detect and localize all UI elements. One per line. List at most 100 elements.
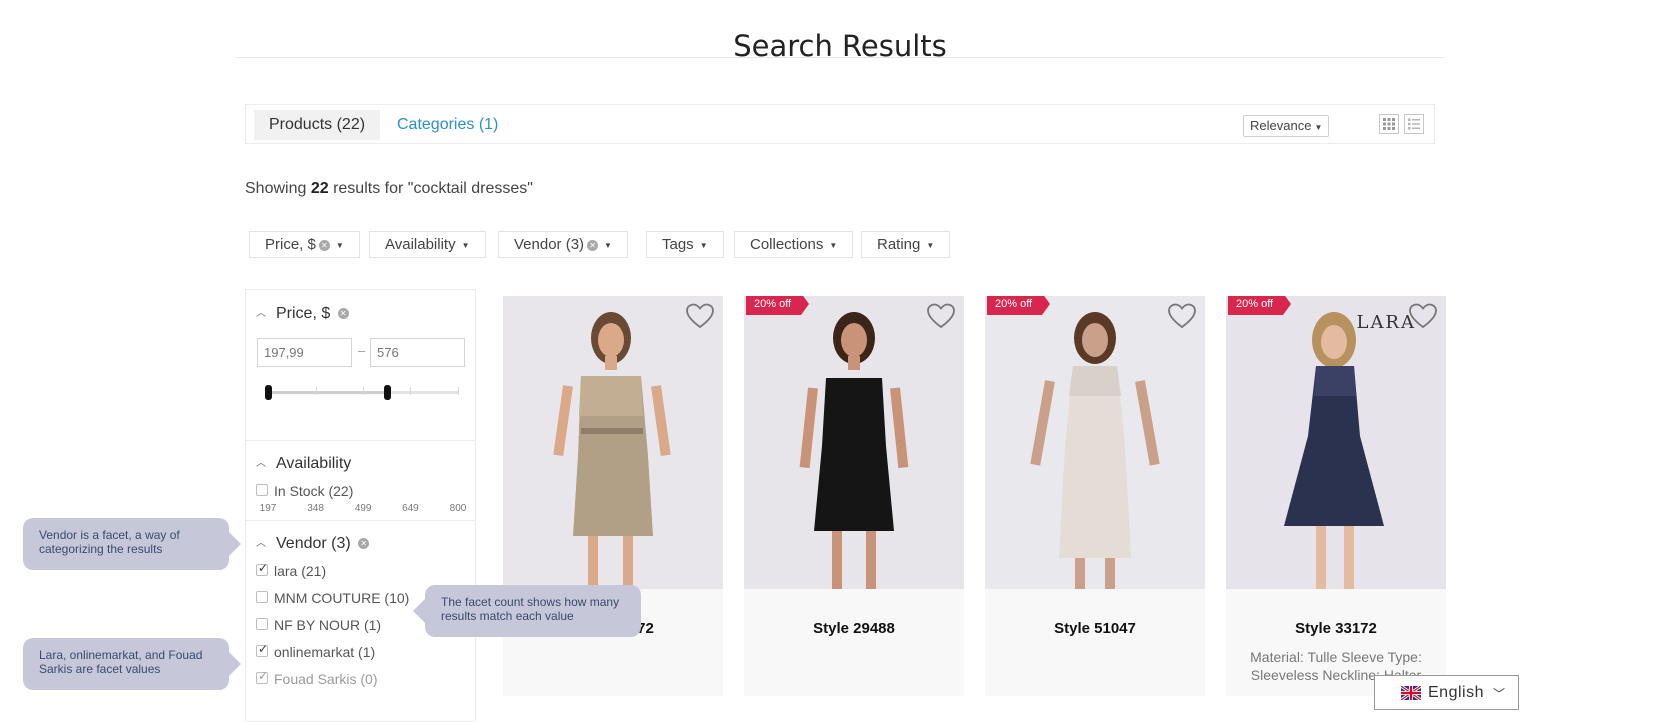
heart-icon[interactable] xyxy=(685,302,715,330)
slider-tick xyxy=(363,387,365,395)
checkbox-checked[interactable] xyxy=(256,561,268,577)
discount-badge: 20% off xyxy=(746,296,810,315)
vendor-option-mnm-couture[interactable]: MNM COUTURE (10) xyxy=(256,590,409,606)
caret-down-icon: ▼ xyxy=(699,240,708,250)
product-image[interactable] xyxy=(503,296,723,589)
clear-icon[interactable]: ✕ xyxy=(358,538,370,550)
uk-flag-icon xyxy=(1401,686,1421,700)
page-title: Search Results xyxy=(733,29,947,64)
checkbox-label: lara (21) xyxy=(274,563,327,579)
price-filter-title: Price, $ xyxy=(276,305,331,322)
checkbox-label: NF BY NOUR (1) xyxy=(274,617,382,633)
slider-fill xyxy=(268,391,388,394)
slider-max-handle[interactable] xyxy=(384,385,392,400)
checkbox-label: In Stock (22) xyxy=(274,483,354,499)
product-image[interactable]: 20% off xyxy=(985,296,1205,589)
checkbox-checked[interactable] xyxy=(256,669,268,685)
price-range-slider[interactable]: 197 348 499 649 800 xyxy=(260,385,466,514)
caret-down-icon: ▼ xyxy=(335,240,344,250)
availability-filter: ︿ Availability In Stock (22) xyxy=(246,441,475,521)
vendor-option-fouad-sarkis[interactable]: Fouad Sarkis (0) xyxy=(256,669,378,687)
tab-products[interactable]: Products (22) xyxy=(254,110,381,140)
vendor-option-onlinemarkat[interactable]: onlinemarkat (1) xyxy=(256,642,375,660)
dress-image-beige xyxy=(503,296,723,589)
list-view-icon[interactable] xyxy=(1404,114,1424,134)
facet-chip-label: Availability xyxy=(385,236,456,253)
checkbox[interactable] xyxy=(256,591,268,604)
caret-down-icon: ▼ xyxy=(1314,123,1323,132)
slider-tick xyxy=(410,387,412,395)
price-max-input[interactable]: 576 xyxy=(370,338,465,367)
facet-chip-vendor[interactable]: Vendor (3) ✕ ▼ xyxy=(498,231,628,258)
checkbox-label: MNM COUTURE (10) xyxy=(274,590,410,606)
vendor-option-nf-by-nour[interactable]: NF BY NOUR (1) xyxy=(256,617,381,633)
chevron-up-icon: ︿ xyxy=(256,458,266,469)
caret-down-icon: ▼ xyxy=(829,240,838,250)
results-count: 22 xyxy=(310,180,329,197)
clear-icon[interactable]: ✕ xyxy=(337,308,349,320)
sort-select[interactable]: Relevance ▼ xyxy=(1243,115,1330,137)
availability-filter-title: Availability xyxy=(276,455,352,472)
chevron-up-icon: ︿ xyxy=(256,538,266,549)
vendor-filter-title: Vendor (3) xyxy=(276,535,351,552)
product-image[interactable]: LARA 20% off xyxy=(1226,296,1446,589)
product-card[interactable]: LARA 20% off Style 33172 Material: Tulle… xyxy=(1226,296,1446,696)
checkbox-checked[interactable] xyxy=(256,642,268,658)
language-label: English xyxy=(1428,684,1484,701)
facet-chip-collections[interactable]: Collections ▼ xyxy=(734,231,854,258)
facet-chip-label: Tags xyxy=(662,236,694,253)
dress-image-navy xyxy=(1226,296,1446,589)
price-filter-header[interactable]: ︿ Price, $ ✕ xyxy=(256,305,349,323)
sort-select-value: Relevance xyxy=(1250,118,1312,133)
dress-image-black xyxy=(744,296,964,589)
heart-icon[interactable] xyxy=(1408,302,1438,330)
callout-facet-values: Lara, onlinemarkat, and Fouad Sarkis are… xyxy=(23,638,241,690)
callout-vendor-facet: Vendor is a facet, a way of categorizing… xyxy=(23,518,241,570)
price-filter: ︿ Price, $ ✕ 197,99 – 576 197 348 499 649 800 xyxy=(246,290,475,514)
product-name[interactable]: Style 29488 xyxy=(744,620,964,637)
product-card[interactable]: 20% off Style 29488 xyxy=(744,296,964,696)
results-tabbar: Products (22) Categories (1) Relevance ▼ xyxy=(245,104,1435,144)
discount-badge: 20% off xyxy=(987,296,1051,315)
slider-tick xyxy=(315,387,317,395)
checkbox-label: Fouad Sarkis (0) xyxy=(274,671,378,687)
language-selector[interactable]: English ﹀ xyxy=(1374,675,1519,710)
facet-chip-rating[interactable]: Rating ▼ xyxy=(861,231,951,258)
grid-view-icon[interactable] xyxy=(1379,114,1399,134)
facet-chip-label: Collections xyxy=(750,236,824,253)
clear-icon[interactable]: ✕ xyxy=(318,239,330,251)
heart-icon[interactable] xyxy=(926,302,956,330)
facet-chip-label: Vendor (3) xyxy=(514,236,585,253)
chevron-down-icon: ﹀ xyxy=(1493,687,1506,701)
callout-facet-count: The facet count shows how many results m… xyxy=(413,585,641,637)
product-name[interactable]: Style 51047 xyxy=(985,620,1205,637)
price-min-input[interactable]: 197,99 xyxy=(257,338,352,367)
slider-tick xyxy=(458,387,459,395)
results-query: results for "cocktail dresses" xyxy=(333,180,533,197)
availability-filter-header[interactable]: ︿ Availability xyxy=(256,455,351,473)
availability-option-in-stock[interactable]: In Stock (22) xyxy=(256,483,353,499)
facet-chip-label: Rating xyxy=(877,236,921,253)
title-divider xyxy=(236,57,1444,58)
dress-image-white xyxy=(985,296,1205,589)
facet-chip-tags[interactable]: Tags ▼ xyxy=(646,231,724,258)
tab-categories[interactable]: Categories (1) xyxy=(382,110,513,140)
results-prefix: Showing xyxy=(245,180,307,197)
checkbox[interactable] xyxy=(256,618,268,631)
vendor-option-lara[interactable]: lara (21) xyxy=(256,561,327,579)
product-card[interactable]: 20% off Style 51047 xyxy=(985,296,1205,696)
heart-icon[interactable] xyxy=(1167,302,1197,330)
vendor-filter-header[interactable]: ︿ Vendor (3) ✕ xyxy=(256,535,370,553)
checkbox[interactable] xyxy=(256,484,268,497)
chevron-up-icon: ︿ xyxy=(256,308,266,319)
caret-down-icon: ▼ xyxy=(926,240,935,250)
product-name[interactable]: Style 33172 xyxy=(1226,620,1446,637)
caret-down-icon: ▼ xyxy=(461,240,470,250)
clear-icon[interactable]: ✕ xyxy=(587,239,599,251)
facet-chip-availability[interactable]: Availability ▼ xyxy=(369,231,486,258)
facet-chip-price[interactable]: Price, $ ✕ ▼ xyxy=(249,231,360,258)
product-image[interactable]: 20% off xyxy=(744,296,964,589)
range-separator: – xyxy=(358,343,366,358)
slider-min-handle[interactable] xyxy=(265,385,273,400)
results-summary: Showing 22 results for "cocktail dresses… xyxy=(245,180,533,198)
